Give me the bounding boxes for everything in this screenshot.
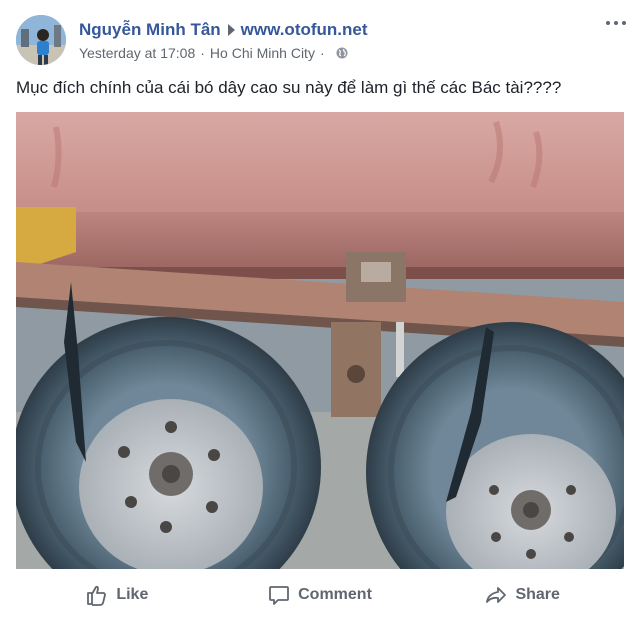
share-arrow-icon [486, 587, 507, 603]
post-meta: Yesterday at 17:08 · Ho Chi Minh City · [79, 45, 348, 61]
comment-label: Comment [298, 586, 372, 603]
comment-button[interactable]: Comment [219, 573, 422, 617]
meta-separator: · [319, 45, 325, 61]
post-actions: Like Comment Share [16, 573, 624, 617]
post-photo[interactable] [16, 112, 624, 569]
post-timestamp[interactable]: Yesterday at 17:08 [79, 45, 195, 61]
facebook-post: Nguyễn Minh Tân www.otofun.net Yesterday… [0, 0, 640, 621]
options-dot-icon [606, 21, 610, 25]
globe-icon[interactable] [336, 47, 348, 59]
like-label: Like [116, 586, 149, 603]
post-author-line: Nguyễn Minh Tân www.otofun.net [79, 18, 368, 42]
shared-to-arrow-icon [227, 24, 235, 36]
avatar[interactable] [16, 15, 66, 65]
meta-separator: · [200, 45, 205, 61]
options-dot-icon [622, 21, 626, 25]
comment-icon [269, 586, 290, 605]
post-options-button[interactable] [606, 16, 626, 30]
author-name[interactable]: Nguyễn Minh Tân [79, 20, 221, 40]
post-location[interactable]: Ho Chi Minh City [210, 45, 315, 61]
share-label: Share [515, 586, 560, 603]
post-text: Mục đích chính của cái bó dây cao su này… [16, 78, 562, 97]
page-link[interactable]: www.otofun.net [241, 20, 368, 40]
thumbs-up-icon [87, 585, 107, 606]
options-dot-icon [614, 21, 618, 25]
like-button[interactable]: Like [16, 573, 219, 617]
share-button[interactable]: Share [421, 573, 624, 617]
